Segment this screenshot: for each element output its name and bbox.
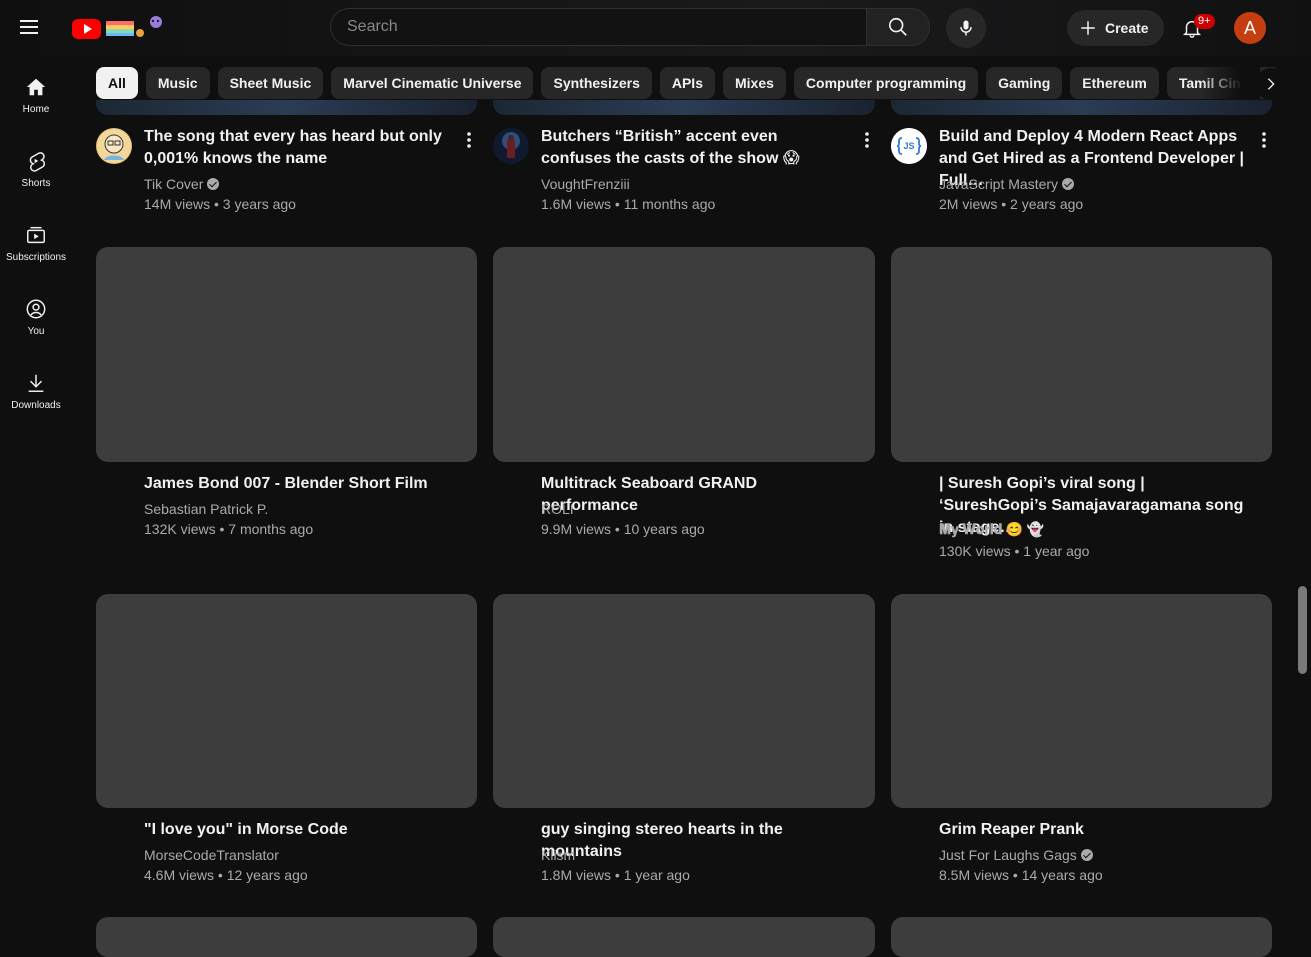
video-metadata: 1.8M views • 1 year ago <box>541 867 690 883</box>
create-label: Create <box>1105 20 1149 36</box>
menu-icon[interactable] <box>16 16 56 40</box>
verified-icon <box>1080 849 1093 861</box>
video-metadata: 130K views • 1 year ago <box>939 543 1090 559</box>
channel-name-text: JavaScript Mastery <box>939 176 1059 192</box>
video-metadata: 9.9M views • 10 years ago <box>541 521 705 537</box>
download-icon <box>28 374 44 392</box>
video-thumbnail[interactable] <box>891 247 1272 462</box>
more-vert-icon <box>1262 132 1266 148</box>
search-bar <box>330 8 866 46</box>
chip-sheet-music[interactable]: Sheet Music <box>217 67 324 99</box>
video-metadata: 132K views • 7 months ago <box>144 521 314 537</box>
video-title[interactable]: Multitrack Seaboard GRAND performance <box>541 473 851 517</box>
channel-name[interactable]: Tik Cover <box>144 174 220 194</box>
channel-avatar[interactable]: JS <box>891 128 927 164</box>
chip-apis[interactable]: APIs <box>659 67 715 99</box>
video-thumbnail[interactable] <box>891 594 1272 808</box>
sidebar-item-label: Shorts <box>21 178 51 189</box>
sidebar-item-label: You <box>27 326 45 337</box>
plus-icon <box>1081 21 1095 35</box>
video-title[interactable]: Grim Reaper Prank <box>939 819 1249 841</box>
voice-search-button[interactable] <box>946 8 986 48</box>
video-title[interactable]: Butchers “British” accent even confuses … <box>541 126 851 170</box>
microphone-icon <box>960 20 972 36</box>
search-icon <box>888 17 907 36</box>
chip-synthesizers[interactable]: Synthesizers <box>541 67 652 99</box>
video-title[interactable]: "I love you" in Morse Code <box>144 819 454 841</box>
video-thumbnail[interactable] <box>96 917 477 957</box>
video-metadata: 14M views • 3 years ago <box>144 196 296 212</box>
more-actions-button[interactable] <box>457 128 481 152</box>
video-thumbnail[interactable] <box>891 100 1272 115</box>
sidebar-item-you[interactable]: You <box>4 298 68 372</box>
account-avatar[interactable]: A <box>1234 12 1266 44</box>
chip-fade <box>1200 67 1260 101</box>
chip-ethereum[interactable]: Ethereum <box>1070 67 1159 99</box>
chip-marvel[interactable]: Marvel Cinematic Universe <box>331 67 534 99</box>
channel-name[interactable]: 𝐌𝐲 𝐖𝐨𝐫𝐥𝐝 😊 👻 <box>939 521 1044 541</box>
channel-name[interactable]: Just For Laughs Gags <box>939 845 1093 865</box>
video-metadata: 8.5M views • 14 years ago <box>939 867 1103 883</box>
more-actions-button[interactable] <box>1252 128 1276 152</box>
channel-name[interactable]: ROLI <box>541 499 574 519</box>
video-title[interactable]: James Bond 007 - Blender Short Film <box>144 473 454 495</box>
video-metadata: 4.6M views • 12 years ago <box>144 867 308 883</box>
sidebar-item-label: Downloads <box>11 400 61 411</box>
channel-name[interactable]: Sebastian Patrick P. <box>144 499 268 519</box>
verified-icon <box>207 178 220 190</box>
verified-icon <box>1062 178 1075 190</box>
home-icon <box>26 78 46 96</box>
channel-name[interactable]: JavaScript Mastery <box>939 174 1075 194</box>
page-scrollbar-thumb[interactable] <box>1298 586 1307 674</box>
search-button[interactable] <box>866 8 930 46</box>
chip-scroll-right-button[interactable] <box>1255 68 1287 100</box>
sidebar-item-shorts[interactable]: Shorts <box>4 150 68 224</box>
svg-text:JS: JS <box>903 141 914 151</box>
create-button[interactable]: Create <box>1067 10 1164 46</box>
channel-avatar[interactable] <box>493 128 529 164</box>
channel-name[interactable]: MorseCodeTranslator <box>144 845 279 865</box>
channel-name-text: Just For Laughs Gags <box>939 847 1077 863</box>
video-thumbnail[interactable] <box>96 594 477 808</box>
channel-avatar[interactable] <box>96 128 132 164</box>
video-thumbnail[interactable] <box>891 917 1272 957</box>
video-metadata: 2M views • 2 years ago <box>939 196 1084 212</box>
subscriptions-icon <box>27 226 45 244</box>
you-icon <box>26 299 46 319</box>
more-vert-icon <box>467 132 471 148</box>
chip-mixes[interactable]: Mixes <box>722 67 786 99</box>
chevron-right-icon <box>1267 78 1275 90</box>
video-thumbnail[interactable] <box>96 247 477 462</box>
filter-chip-bar: All Music Sheet Music Marvel Cinematic Univ… <box>96 67 1276 101</box>
sidebar-item-downloads[interactable]: Downloads <box>4 372 68 446</box>
sidebar-item-subscriptions[interactable]: Subscriptions <box>4 224 68 298</box>
channel-name[interactable]: VoughtFrenziii <box>541 174 630 194</box>
youtube-logo[interactable] <box>72 16 164 40</box>
video-thumbnail[interactable] <box>493 917 875 957</box>
channel-name[interactable]: Klism <box>541 845 575 865</box>
channel-name-text: Tik Cover <box>144 176 204 192</box>
video-thumbnail[interactable] <box>493 100 875 115</box>
chip-computer-programming[interactable]: Computer programming <box>793 67 979 99</box>
video-thumbnail[interactable] <box>493 594 875 808</box>
more-actions-button[interactable] <box>855 128 879 152</box>
notification-badge: 9+ <box>1194 14 1215 29</box>
sidebar-item-label: Subscriptions <box>5 252 67 263</box>
sidebar-item-home[interactable]: Home <box>4 76 68 150</box>
video-metadata: 1.6M views • 11 months ago <box>541 196 716 212</box>
chip-all[interactable]: All <box>96 67 138 99</box>
video-thumbnail[interactable] <box>493 247 875 462</box>
shorts-icon <box>29 152 45 172</box>
video-title[interactable]: guy singing stereo hearts in the mountai… <box>541 819 851 863</box>
search-input[interactable] <box>331 9 863 45</box>
chip-music[interactable]: Music <box>145 67 210 99</box>
sidebar-item-label: Home <box>22 104 50 115</box>
video-title[interactable]: The song that every has heard but only 0… <box>144 126 454 170</box>
video-thumbnail[interactable] <box>96 100 477 115</box>
more-vert-icon <box>865 132 869 148</box>
chip-gaming[interactable]: Gaming <box>986 67 1063 99</box>
